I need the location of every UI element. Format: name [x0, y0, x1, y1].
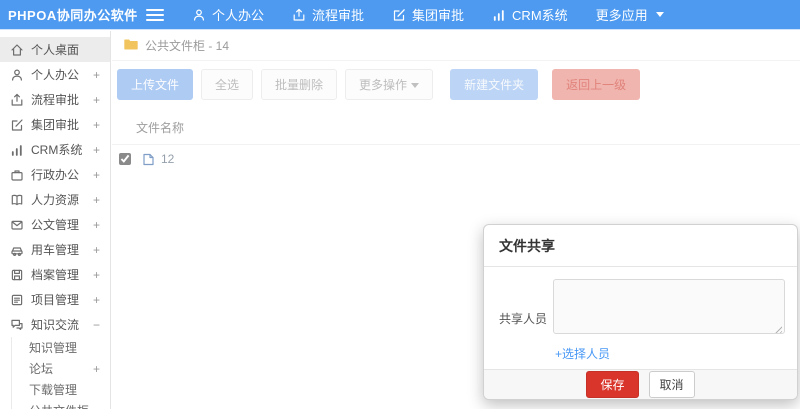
sidebar-subitem-download-mgmt[interactable]: 下载管理	[11, 379, 110, 400]
batch-delete-button[interactable]: 批量删除	[261, 69, 338, 100]
expand-icon[interactable]: +	[93, 168, 100, 182]
bar-chart-icon	[10, 143, 24, 157]
sidebar-item-personal-desktop[interactable]: 个人桌面	[0, 37, 110, 62]
briefcase-icon	[10, 168, 24, 182]
expand-icon[interactable]: +	[93, 362, 100, 376]
top-navbar: PHPOA协同办公软件 个人办公 流程审批 集团审批 CRM系统 更多应用	[0, 0, 800, 30]
save-icon	[10, 268, 24, 282]
file-share-dialog: 文件共享 共享人员 +选择人员 保存 取消	[483, 224, 798, 400]
dialog-title: 文件共享	[484, 225, 797, 267]
sidebar-item-document-mgmt[interactable]: 公文管理 +	[0, 212, 110, 237]
expand-icon[interactable]: +	[93, 218, 100, 232]
caret-down-icon	[655, 12, 664, 17]
more-actions-button[interactable]: 更多操作	[345, 69, 434, 100]
top-nav: 个人办公 流程审批 集团审批 CRM系统 更多应用	[192, 5, 664, 24]
row-checkbox[interactable]	[119, 153, 131, 165]
sidebar-item-archive-mgmt[interactable]: 档案管理 +	[0, 262, 110, 287]
nav-label: 个人办公	[212, 8, 265, 23]
bar-chart-icon	[492, 8, 506, 22]
book-icon	[10, 193, 24, 207]
sidebar-subitem-public-file-cabinet[interactable]: 公共文件柜	[11, 400, 110, 409]
nav-item-personal-office[interactable]: 个人办公	[192, 5, 264, 24]
menu-toggle-icon[interactable]	[146, 8, 164, 21]
expand-icon[interactable]: +	[93, 68, 100, 82]
nav-item-workflow-approval[interactable]: 流程审批	[292, 5, 364, 24]
expand-icon[interactable]: +	[93, 293, 100, 307]
sidebar-item-personal-office[interactable]: 个人办公 +	[0, 62, 110, 87]
nav-item-more-apps[interactable]: 更多应用	[596, 5, 664, 24]
expand-icon[interactable]: +	[93, 118, 100, 132]
save-button[interactable]: 保存	[586, 371, 639, 398]
dialog-body: 共享人员 +选择人员	[484, 267, 797, 369]
dialog-footer: 保存 取消	[484, 369, 797, 399]
sidebar-item-group-approval[interactable]: 集团审批 +	[0, 112, 110, 137]
user-icon	[10, 68, 24, 82]
go-back-button[interactable]: 返回上一级	[552, 69, 641, 100]
toolbar: 上传文件 全选 批量删除 更多操作 新建文件夹 返回上一级	[112, 61, 800, 110]
sidebar-item-hr[interactable]: 人力资源 +	[0, 187, 110, 212]
sidebar-subitem-forum[interactable]: 论坛 +	[11, 358, 110, 379]
expand-icon[interactable]: +	[93, 143, 100, 157]
expand-icon[interactable]: +	[93, 268, 100, 282]
table-header-file-name: 文件名称	[112, 110, 800, 145]
sidebar-item-crm[interactable]: CRM系统 +	[0, 137, 110, 162]
mail-icon	[10, 218, 24, 232]
chat-icon	[10, 318, 24, 332]
upload-file-button[interactable]: 上传文件	[117, 69, 194, 100]
nav-label: 更多应用	[595, 8, 648, 23]
folder-icon	[124, 38, 138, 53]
file-name[interactable]: 12	[161, 152, 174, 166]
new-folder-button[interactable]: 新建文件夹	[450, 69, 539, 100]
car-icon	[10, 243, 24, 257]
user-icon	[192, 8, 206, 22]
clipboard-icon	[10, 293, 24, 307]
caret-down-icon	[411, 83, 420, 89]
select-people-link[interactable]: +选择人员	[555, 345, 610, 362]
breadcrumb-text: 公共文件柜 - 14	[145, 39, 230, 53]
breadcrumb: 公共文件柜 - 14	[112, 31, 800, 61]
share-people-textarea[interactable]	[553, 279, 786, 334]
app-logo: PHPOA协同办公软件	[8, 8, 138, 23]
expand-icon[interactable]: +	[93, 193, 100, 207]
expand-icon[interactable]: +	[93, 243, 100, 257]
cancel-button[interactable]: 取消	[648, 371, 695, 398]
file-row[interactable]: 12	[112, 145, 800, 173]
share-icon	[10, 93, 24, 107]
edit-icon	[392, 8, 406, 22]
share-people-label: 共享人员	[499, 311, 548, 326]
sidebar: 个人桌面 个人办公 + 流程审批 + 集团审批 + CRM系统 + 行政办公 +…	[0, 31, 111, 409]
select-all-button[interactable]: 全选	[201, 69, 254, 100]
share-icon	[292, 8, 306, 22]
sidebar-item-admin-office[interactable]: 行政办公 +	[0, 162, 110, 187]
sidebar-item-workflow-approval[interactable]: 流程审批 +	[0, 87, 110, 112]
expand-icon[interactable]: +	[93, 93, 100, 107]
nav-item-group-approval[interactable]: 集团审批	[392, 5, 464, 24]
file-icon	[142, 153, 155, 166]
nav-label: 流程审批	[312, 8, 365, 23]
nav-label: 集团审批	[412, 8, 465, 23]
sidebar-subitem-knowledge-mgmt[interactable]: 知识管理	[11, 337, 110, 358]
home-icon	[10, 43, 24, 57]
nav-label: CRM系统	[512, 8, 568, 23]
nav-item-crm[interactable]: CRM系统	[492, 5, 568, 24]
sidebar-item-vehicle-mgmt[interactable]: 用车管理 +	[0, 237, 110, 262]
collapse-icon[interactable]: −	[93, 318, 100, 332]
edit-icon	[10, 118, 24, 132]
sidebar-item-knowledge-exchange[interactable]: 知识交流 −	[0, 312, 110, 337]
sidebar-item-project-mgmt[interactable]: 项目管理 +	[0, 287, 110, 312]
